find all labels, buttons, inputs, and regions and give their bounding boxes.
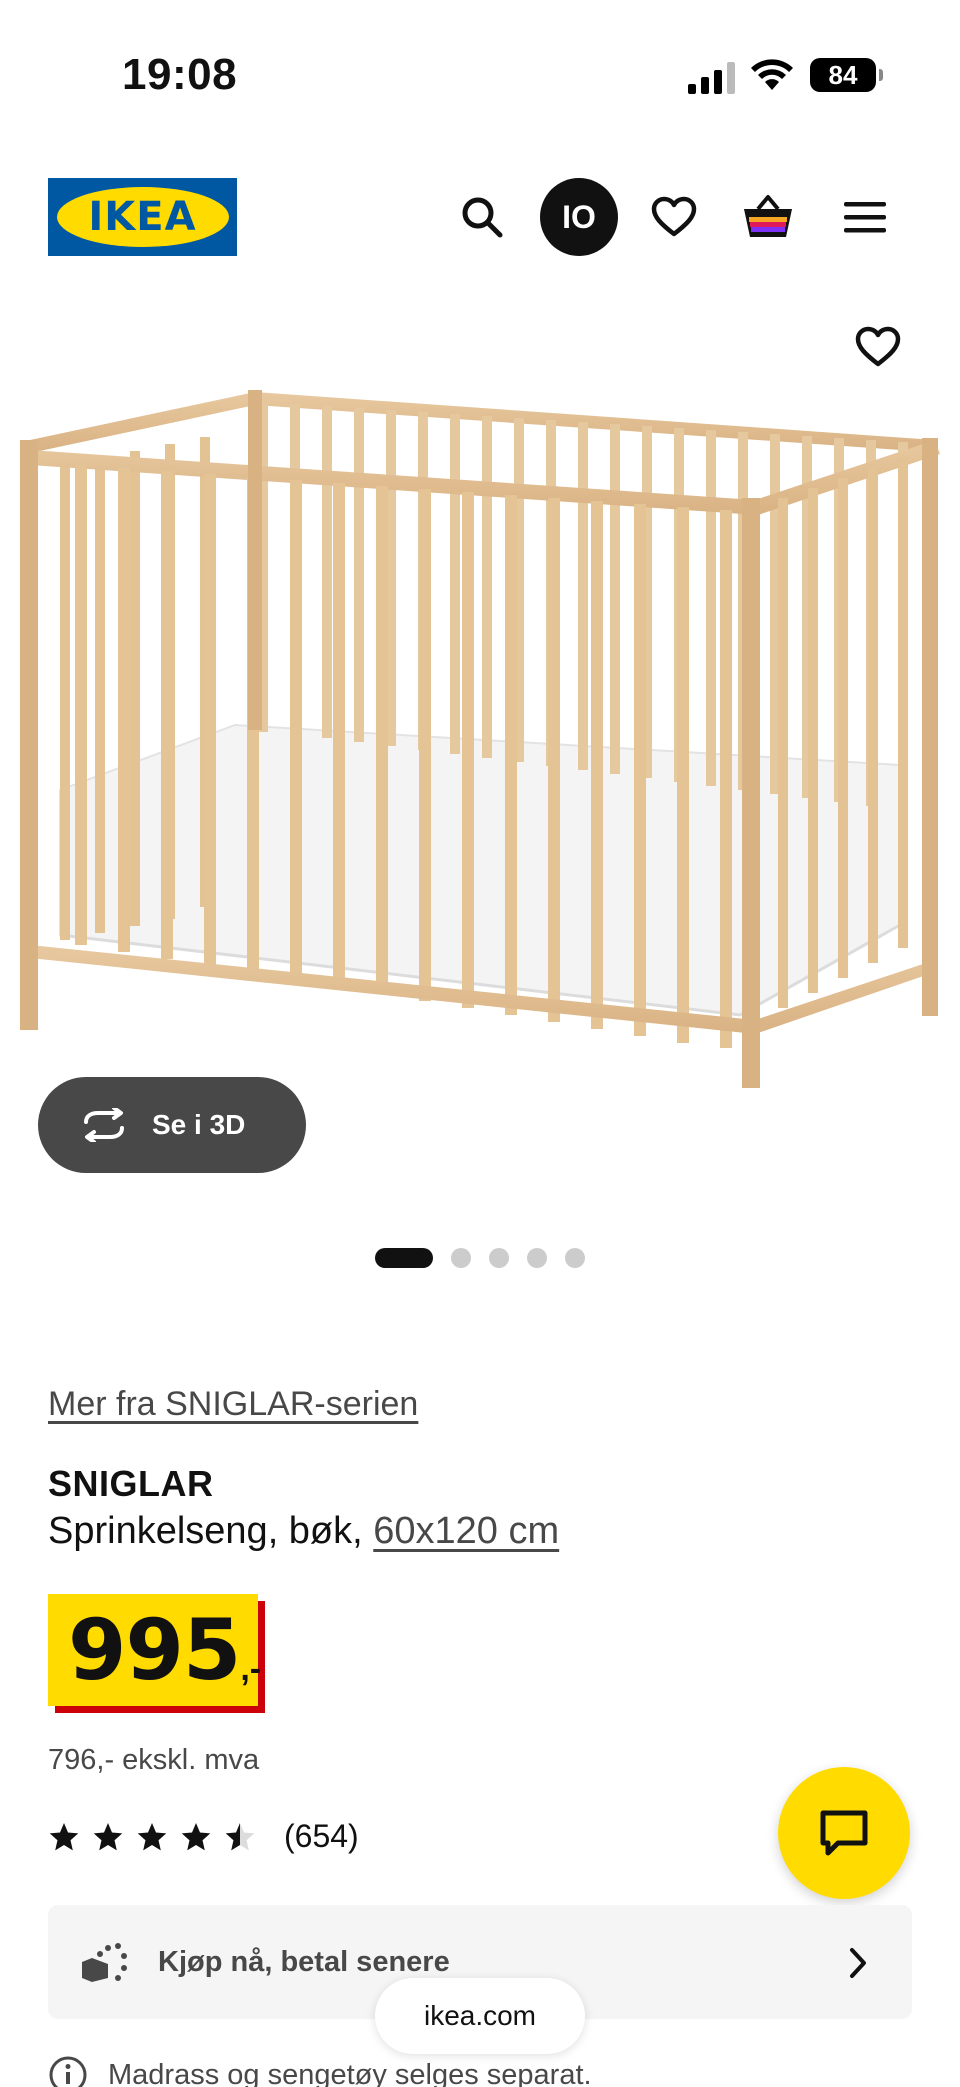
- rotate-3d-icon: [84, 1108, 124, 1142]
- browser-url-bar[interactable]: ikea.com: [375, 1978, 585, 2054]
- pagination-dot-active[interactable]: [375, 1248, 433, 1268]
- notice-text: Madrass og sengetøy selges separat.: [108, 2058, 592, 2087]
- shopping-bag-icon[interactable]: [738, 187, 798, 247]
- view-in-3d-label: Se i 3D: [152, 1109, 246, 1140]
- product-gallery[interactable]: [0, 290, 960, 1190]
- star-full-icon: [49, 1822, 79, 1850]
- rating-summary[interactable]: (654): [48, 1818, 359, 1855]
- battery-indicator: 84: [810, 58, 883, 92]
- view-in-3d-button[interactable]: Se i 3D: [38, 1077, 306, 1173]
- site-header: IKEA IO: [0, 175, 960, 260]
- payment-hand-icon: [82, 1943, 127, 1982]
- pagination-dot[interactable]: [527, 1248, 547, 1268]
- product-name: SNIGLAR: [48, 1463, 214, 1504]
- rating-count: (654): [284, 1818, 359, 1854]
- logo-text: IKEA: [56, 187, 229, 247]
- pagination-dot[interactable]: [489, 1248, 509, 1268]
- star-full-icon: [93, 1822, 123, 1850]
- pay-later-label: Kjøp nå, betal senere: [158, 1945, 450, 1978]
- user-avatar[interactable]: IO: [540, 178, 618, 256]
- status-bar: 19:08 84: [0, 0, 960, 150]
- price-tag: 995 ,-: [48, 1594, 262, 1706]
- price-excl-vat: 796,- ekskl. mva: [48, 1744, 260, 1776]
- rating-stars: [48, 1821, 256, 1853]
- signal-icon: [688, 62, 735, 94]
- status-time: 19:08: [122, 50, 238, 99]
- product-type: Sprinkelseng, bøk,: [48, 1510, 374, 1552]
- star-full-icon: [181, 1822, 211, 1850]
- size-link[interactable]: 60x120 cm: [373, 1510, 559, 1552]
- chat-button[interactable]: [778, 1767, 910, 1899]
- product-description: Sprinkelseng, bøk, 60x120 cm: [48, 1510, 559, 1553]
- series-link[interactable]: Mer fra SNIGLAR-serien: [48, 1385, 418, 1424]
- pagination-dot[interactable]: [565, 1248, 585, 1268]
- chat-bubble-icon: [820, 1810, 868, 1856]
- info-notice: Madrass og sengetøy selges separat.: [48, 2055, 592, 2087]
- heart-icon[interactable]: [644, 187, 704, 247]
- price-integer: 995: [68, 1601, 241, 1699]
- price-decimal: ,-: [240, 1649, 262, 1688]
- add-to-favourites-heart-icon[interactable]: [848, 317, 908, 377]
- wifi-icon: [751, 59, 793, 90]
- chevron-right-icon: [850, 1948, 866, 1978]
- info-icon: [49, 2056, 87, 2087]
- pagination-dot[interactable]: [451, 1248, 471, 1268]
- menu-icon[interactable]: [835, 187, 895, 247]
- ikea-logo[interactable]: IKEA: [48, 178, 237, 256]
- crib-product-image: [20, 390, 940, 1088]
- star-half-icon: [225, 1822, 255, 1850]
- gallery-pagination: [0, 1248, 960, 1268]
- search-icon[interactable]: [452, 187, 512, 247]
- star-full-icon: [137, 1822, 167, 1850]
